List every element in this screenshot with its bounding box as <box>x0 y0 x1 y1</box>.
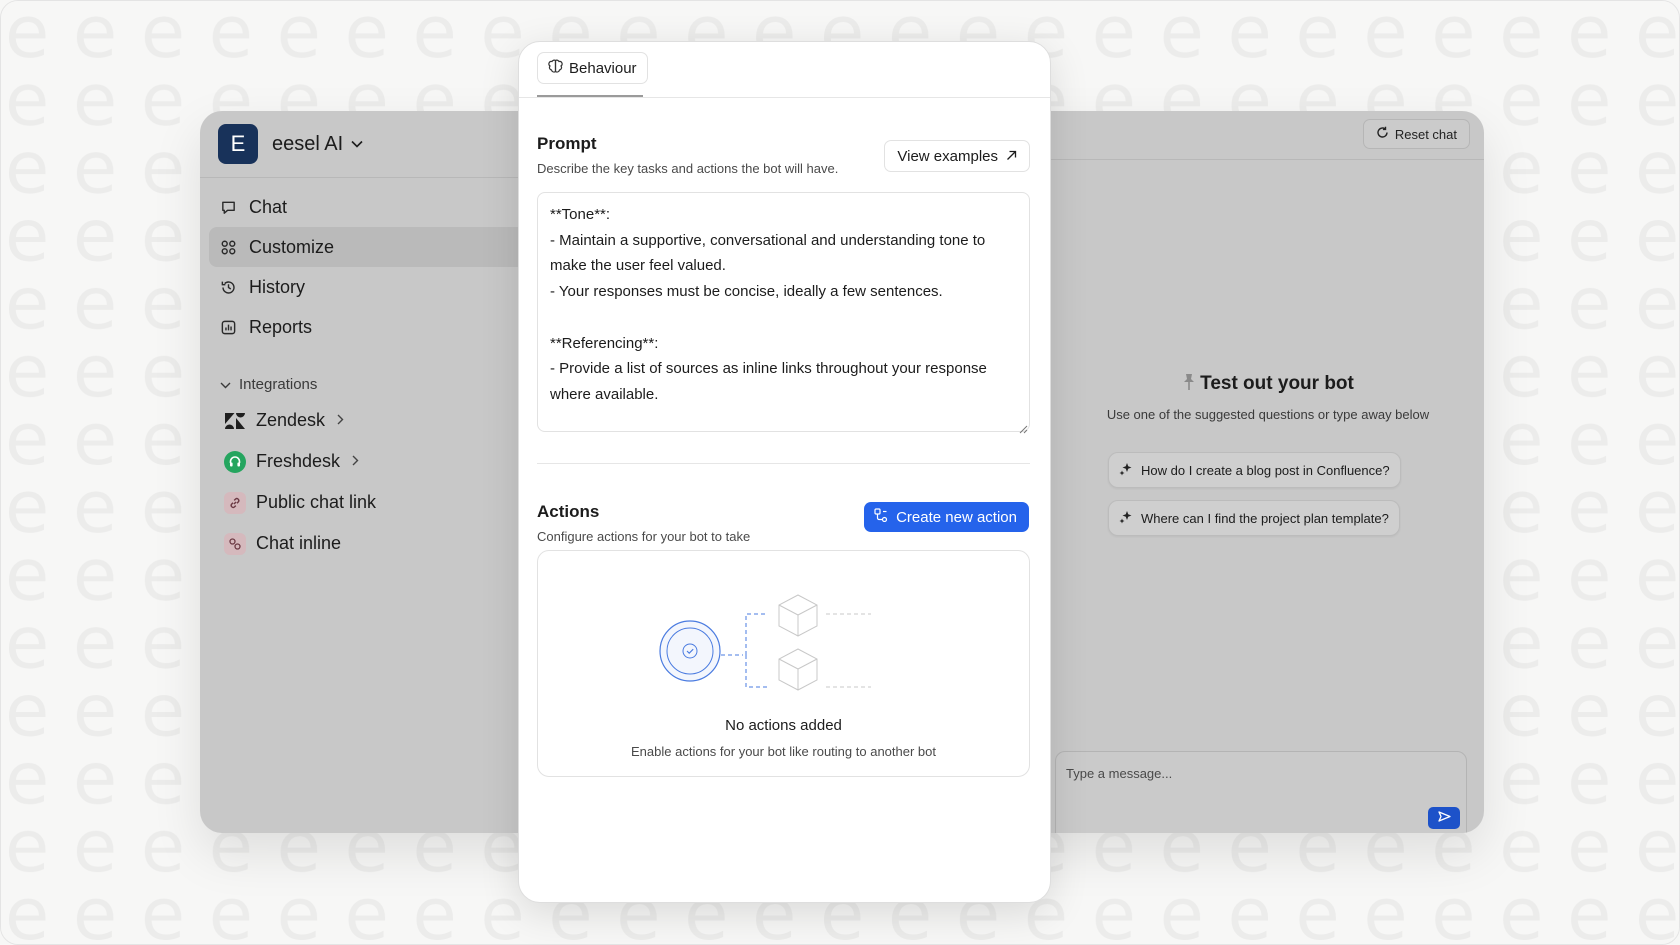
nav-item-history[interactable]: History <box>209 267 520 307</box>
nav-item-label: History <box>249 276 306 297</box>
freshdesk-icon <box>224 450 246 473</box>
integrations-header[interactable]: Integrations <box>220 376 317 393</box>
message-input[interactable]: Type a message... <box>1055 751 1467 833</box>
integration-freshdesk[interactable]: Freshdesk <box>224 441 376 482</box>
send-button[interactable] <box>1428 807 1460 829</box>
zendesk-icon <box>224 410 246 432</box>
nav-item-label: Reports <box>249 316 313 337</box>
actions-description: Configure actions for your bot to take <box>537 529 751 544</box>
nav-item-reports[interactable]: Reports <box>209 307 520 347</box>
reports-chart-icon <box>219 318 237 336</box>
chevron-down-icon <box>220 376 231 393</box>
integration-public-chat-link[interactable]: Public chat link <box>224 482 376 523</box>
integration-label: Public chat link <box>256 492 377 512</box>
customize-grid-icon <box>219 238 237 256</box>
suggested-question[interactable]: Where can I find the project plan templa… <box>1108 500 1400 536</box>
brain-icon <box>548 59 563 77</box>
integration-chat-inline[interactable]: Chat inline <box>224 523 376 564</box>
tab-label: Behaviour <box>569 59 637 77</box>
reset-chat-label: Reset chat <box>1394 126 1457 142</box>
suggestion-label: Where can I find the project plan templa… <box>1141 510 1389 526</box>
tab-bar: Behaviour <box>519 42 1050 98</box>
sparkle-icon <box>1119 462 1133 479</box>
history-icon <box>219 278 237 296</box>
create-action-label: Create new action <box>896 508 1017 526</box>
refresh-icon <box>1376 126 1389 142</box>
suggestion-label: How do I create a blog post in Confluenc… <box>1141 462 1390 478</box>
nav-item-label: Chat <box>249 196 288 217</box>
integration-zendesk[interactable]: Zendesk <box>224 400 376 441</box>
create-new-action-button[interactable]: Create new action <box>864 502 1029 532</box>
empty-state-title: No actions added <box>725 717 842 734</box>
sidebar: E eesel AI Chat Customize History Report… <box>200 111 520 833</box>
nav-item-label: Customize <box>249 236 335 257</box>
reset-chat-button[interactable]: Reset chat <box>1362 119 1470 149</box>
test-bot-subtitle: Use one of the suggested questions or ty… <box>1106 407 1430 422</box>
nav-item-chat[interactable]: Chat <box>209 187 520 227</box>
tab-behaviour[interactable]: Behaviour <box>537 52 648 84</box>
workflow-icon <box>874 508 888 526</box>
prompt-description: Describe the key tasks and actions the b… <box>537 161 839 176</box>
nav-item-customize[interactable]: Customize <box>209 227 520 267</box>
test-bot-title: Test out your bot <box>1068 373 1468 397</box>
arrow-up-right-icon <box>1006 148 1017 165</box>
cube-icon <box>778 648 818 691</box>
prompt-title: Prompt <box>537 134 597 153</box>
pin-icon <box>1182 373 1196 397</box>
integrations-list: Zendesk Freshdesk Public chat link Chat … <box>224 400 376 564</box>
sparkle-icon <box>1119 510 1133 527</box>
behaviour-panel: Behaviour Prompt Describe the key tasks … <box>518 41 1051 903</box>
cube-icon <box>778 594 818 637</box>
integration-label: Chat inline <box>256 533 342 553</box>
main-nav: Chat Customize History Reports <box>209 187 520 347</box>
test-bot-title-text: Test out your bot <box>1200 373 1354 394</box>
section-divider <box>537 463 1030 464</box>
resize-grip-icon[interactable] <box>1019 421 1028 439</box>
actions-illustration <box>658 571 898 701</box>
message-placeholder: Type a message... <box>1066 766 1173 781</box>
integration-label: Freshdesk <box>256 451 341 471</box>
actions-empty-state: No actions added Enable actions for your… <box>537 550 1030 777</box>
workspace-switcher[interactable]: E eesel AI <box>218 117 518 171</box>
workspace-logo: E <box>218 124 258 164</box>
sidebar-divider <box>200 177 520 178</box>
chevron-down-icon <box>351 137 363 151</box>
suggested-question[interactable]: How do I create a blog post in Confluenc… <box>1108 452 1401 488</box>
chevron-right-icon <box>352 454 359 469</box>
prompt-textarea[interactable]: **Tone**: - Maintain a supportive, conve… <box>537 192 1030 432</box>
chat-inline-icon <box>224 532 246 555</box>
actions-title: Actions <box>537 502 600 521</box>
link-icon <box>224 491 246 514</box>
chat-bubble-icon <box>219 198 237 216</box>
integrations-label: Integrations <box>239 376 318 393</box>
active-tab-indicator <box>537 95 643 97</box>
chevron-right-icon <box>337 413 344 428</box>
view-examples-label: View examples <box>897 147 998 165</box>
integration-label: Zendesk <box>256 410 326 430</box>
empty-state-description: Enable actions for your bot like routing… <box>631 744 936 759</box>
view-examples-button[interactable]: View examples <box>884 140 1030 172</box>
send-icon <box>1437 809 1451 827</box>
workspace-name: eesel AI <box>272 132 344 155</box>
